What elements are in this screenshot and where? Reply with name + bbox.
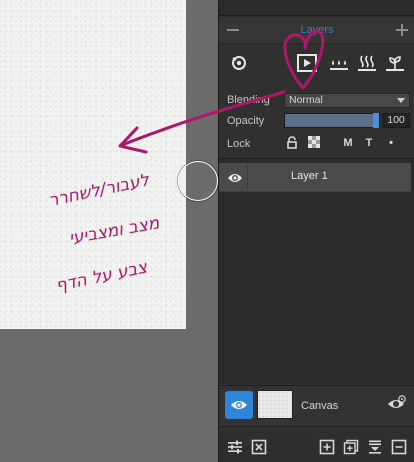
- layers-title-bar: Layers: [219, 18, 414, 44]
- padlock-icon[interactable]: [285, 136, 299, 150]
- plant-icon[interactable]: [383, 50, 407, 76]
- layer-row[interactable]: Layer 1: [219, 163, 411, 192]
- canvas-label: Canvas: [301, 400, 339, 412]
- chevron-down-icon: [397, 98, 405, 103]
- opacity-value-field[interactable]: 100: [382, 113, 410, 128]
- brush-cursor-circle: [178, 161, 218, 201]
- checker-icon[interactable]: [307, 136, 321, 150]
- opacity-slider-fill: [285, 114, 379, 127]
- opacity-slider-handle[interactable]: [373, 113, 379, 128]
- layers-bottom-toolbar: [219, 432, 414, 462]
- water-drops-icon[interactable]: [327, 50, 351, 76]
- eye-icon: [231, 401, 247, 409]
- add-layer-icon[interactable]: [319, 439, 335, 455]
- lock-options: M T •: [219, 136, 414, 152]
- plus-icon[interactable]: [394, 22, 410, 38]
- canvas-thumbnail: [257, 390, 293, 419]
- canvas-row[interactable]: Canvas: [219, 385, 414, 427]
- blending-value: Normal: [289, 94, 323, 106]
- blending-select[interactable]: Normal: [284, 93, 410, 108]
- panel-title: Layers: [300, 24, 334, 36]
- eye-icon[interactable]: [227, 170, 243, 189]
- app-window: Layers Blending Normal Opacity 100 Lock …: [0, 0, 414, 462]
- layers-panel: Layers Blending Normal Opacity 100 Lock …: [218, 0, 414, 462]
- opacity-label: Opacity: [227, 115, 265, 127]
- canvas-workspace[interactable]: [0, 0, 218, 462]
- opacity-slider[interactable]: [284, 113, 380, 128]
- lock-mask-toggle[interactable]: M: [341, 136, 355, 150]
- layer-mode-bar: [219, 44, 414, 84]
- canvas-settings-icon[interactable]: [387, 395, 407, 417]
- close-box-icon[interactable]: [251, 439, 267, 455]
- layer-divider: [247, 165, 248, 190]
- sliders-icon[interactable]: [227, 439, 243, 455]
- play-mode-icon[interactable]: [295, 50, 319, 76]
- lock-dot-toggle[interactable]: •: [384, 136, 398, 150]
- layer-options-icon[interactable]: [227, 50, 251, 76]
- layer-list: Layer 1: [219, 158, 414, 384]
- paper-canvas[interactable]: [0, 0, 186, 329]
- panel-top-strip: [219, 0, 414, 16]
- duplicate-layer-icon[interactable]: [343, 439, 359, 455]
- delete-layer-icon[interactable]: [391, 439, 407, 455]
- lock-text-toggle[interactable]: T: [362, 136, 376, 150]
- blending-label: Blending: [227, 94, 270, 106]
- layer-name: Layer 1: [291, 170, 328, 182]
- canvas-visibility-button[interactable]: [225, 391, 253, 419]
- steam-icon[interactable]: [355, 50, 379, 76]
- merge-down-icon[interactable]: [367, 439, 383, 455]
